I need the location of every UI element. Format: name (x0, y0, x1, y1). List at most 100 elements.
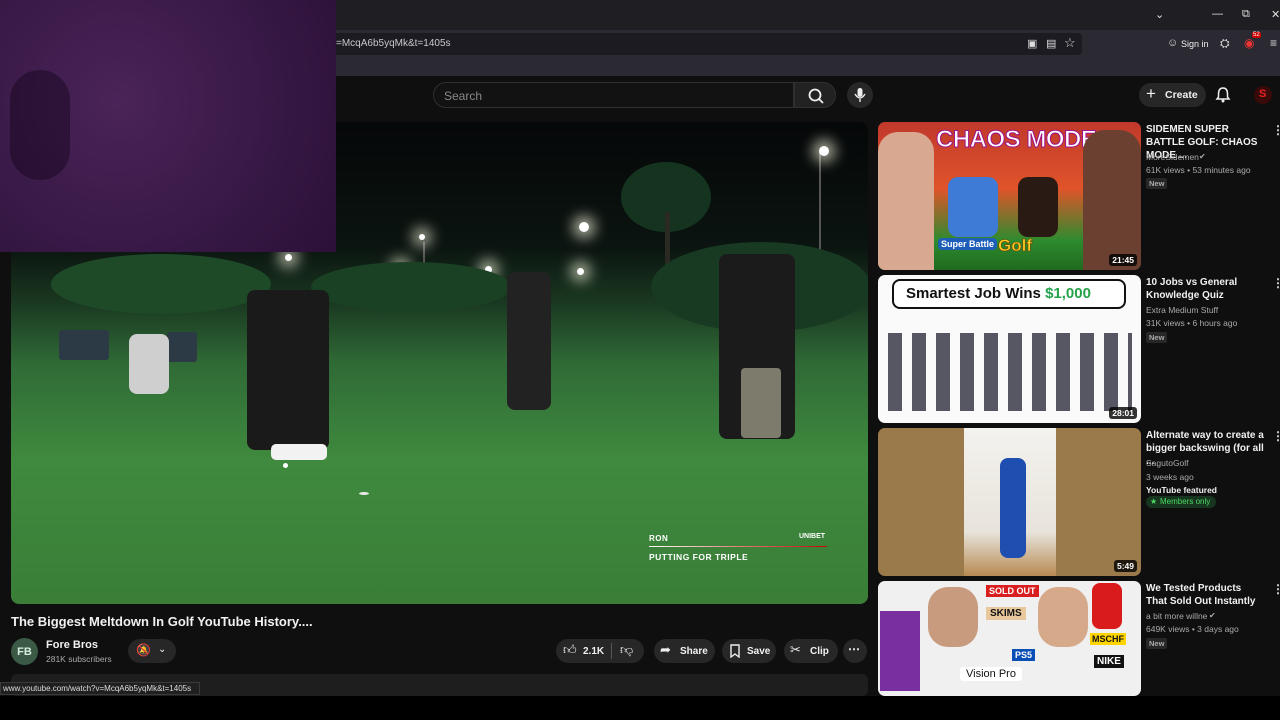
search-placeholder: Search (444, 89, 483, 103)
tree-line (311, 262, 511, 312)
duration-badge: 5:49 (1113, 560, 1137, 572)
golfer-putting (247, 290, 329, 450)
sold-out-label: SOLD OUT (986, 585, 1039, 597)
more-vertical-icon[interactable]: ⋮ (1272, 123, 1280, 137)
plus-icon: + (1146, 84, 1156, 103)
channel-logo: FB (17, 645, 32, 658)
thumbnail-brand: PS5 (1012, 649, 1036, 661)
more-vertical-icon[interactable]: ⋮ (1272, 582, 1280, 596)
thumbnail-text: Smartest Job Wins $1,000 (906, 285, 1091, 302)
cameraman (129, 334, 169, 394)
thumbnail-golfer (1000, 458, 1026, 558)
search-button[interactable] (794, 82, 836, 108)
golf-cart (167, 332, 197, 362)
recommendation-meta: 3 weeks ago (1146, 472, 1194, 482)
golfer-shoes (271, 444, 327, 460)
thumbnail-product (1092, 583, 1122, 629)
floodlight (579, 222, 589, 232)
thumbnail-face-right (1083, 130, 1141, 270)
notifications-bell-icon[interactable] (1214, 86, 1232, 104)
overlay-brand-logo: UNIBET (799, 533, 826, 540)
like-icon[interactable]: 👍︎ (563, 642, 577, 658)
golf-ball (283, 463, 288, 468)
khaki-trousers (741, 368, 781, 438)
avatar[interactable]: S (1254, 86, 1272, 104)
more-horizontal-icon: ⋯ (848, 642, 860, 656)
share-label: Share (680, 646, 708, 657)
save-label: Save (747, 646, 771, 657)
channel-avatar[interactable]: FB (11, 638, 38, 665)
dislike-icon[interactable]: 👎︎ (620, 642, 633, 658)
video-thumbnail[interactable]: Smartest Job Wins $1,000 28:01 (878, 275, 1141, 423)
channel-name[interactable]: Fore Bros (46, 639, 98, 651)
subscribed-notifications-button[interactable]: 🔕 ⌄ (128, 639, 176, 663)
like-divider (611, 643, 612, 659)
more-vertical-icon[interactable]: ⋮ (1272, 429, 1280, 443)
search-input[interactable] (433, 82, 794, 108)
chevron-down-icon: ⌄ (158, 644, 167, 655)
bottom-edge (0, 696, 1280, 720)
thumbnail-contestants (888, 333, 1132, 411)
overlay-divider (649, 546, 827, 547)
ublock-icon[interactable]: ◉ (1244, 36, 1254, 50)
recommendation-meta: 31K views • 6 hours ago (1146, 318, 1238, 328)
account-icon[interactable]: ☺ (1167, 37, 1178, 49)
picture-in-picture-icon[interactable]: ▣ (1027, 37, 1037, 50)
webcam-overlay (0, 0, 336, 252)
cartoon-golfer (1018, 177, 1058, 237)
recommendation-channel[interactable]: a bit more willne (1146, 611, 1207, 621)
caddie (507, 272, 551, 410)
verified-check-icon: ✔ (1209, 611, 1216, 620)
thumbnail-brand: NIKE (1094, 655, 1124, 668)
overlay-caption: PUTTING FOR TRIPLE (649, 552, 749, 562)
golf-hole (359, 492, 369, 495)
more-vertical-icon[interactable]: ⋮ (1272, 276, 1280, 290)
status-url: www.youtube.com/watch?v=McqA6b5yqMk&t=14… (3, 684, 192, 693)
youtube-featured-label: YouTube featured (1146, 485, 1217, 495)
recommendation-channel[interactable]: SagutoGolf (1146, 458, 1189, 468)
thumbnail-brand: Vision Pro (960, 667, 1022, 681)
thumbnail-product (880, 611, 920, 691)
like-count[interactable]: 2.1K (583, 646, 604, 657)
extensions-icon[interactable]: ⛭ (1220, 36, 1230, 51)
recommendation-title[interactable]: 10 Jobs vs General Knowledge Quiz (1146, 276, 1264, 302)
floodlight (577, 268, 584, 275)
address-bar-url[interactable]: =McqA6b5yqMk&t=1405s (336, 38, 451, 49)
bookmark-star-icon[interactable]: ☆ (1064, 35, 1076, 51)
tree-line (51, 254, 271, 314)
close-window-button[interactable]: ✕ (1271, 8, 1280, 21)
app-menu-icon[interactable]: ≡ (1270, 36, 1277, 50)
subscriber-count: 281K subscribers (46, 654, 112, 664)
avatar-s-icon: S (1259, 88, 1267, 100)
recommendation-title[interactable]: We Tested Products That Sold Out Instant… (1146, 582, 1264, 608)
search-icon (808, 88, 824, 104)
members-star-icon: ★ (1150, 497, 1158, 506)
recommendation-meta: 61K views • 53 minutes ago (1146, 165, 1251, 175)
video-thumbnail[interactable]: 5:49 (878, 428, 1141, 576)
floodlight (419, 234, 425, 240)
clip-label: Clip (810, 646, 829, 657)
more-actions-button[interactable]: ⋯ (843, 639, 867, 663)
thumbnail-face (928, 587, 978, 647)
thumbnail-face (1038, 587, 1088, 647)
duration-badge: 21:45 (1109, 254, 1137, 266)
video-title: The Biggest Meltdown In Golf YouTube His… (11, 614, 313, 629)
voice-search-button[interactable] (847, 82, 873, 108)
thumbnail-brand: SKIMS (986, 607, 1026, 620)
reader-view-icon[interactable]: ▤ (1046, 37, 1056, 50)
overlay-player-name: RON (649, 534, 669, 543)
minimize-button[interactable]: — (1212, 8, 1223, 20)
restore-button[interactable]: ⧉ (1242, 8, 1250, 21)
game-logo-bottom: Golf (998, 236, 1033, 256)
recommendation-channel[interactable]: Extra Medium Stuff (1146, 305, 1218, 315)
golf-cart (59, 330, 109, 360)
recommendation-meta: 649K views • 3 days ago (1146, 624, 1239, 634)
recommendation-channel[interactable]: MoreSidemen (1146, 152, 1199, 162)
tab-list-chevron-icon[interactable]: ⌄ (1155, 8, 1164, 21)
verified-check-icon: ✔ (1199, 152, 1206, 161)
video-thumbnail[interactable]: SOLD OUT SKIMS PS5 Vision Pro MSCHF NIKE (878, 581, 1141, 696)
sign-in-button[interactable]: Sign in (1181, 39, 1209, 49)
video-thumbnail[interactable]: CHAOS MODE Super Battle Golf 21:45 (878, 122, 1141, 270)
thumbnail-face-left (878, 132, 934, 270)
floodlight (819, 146, 829, 156)
